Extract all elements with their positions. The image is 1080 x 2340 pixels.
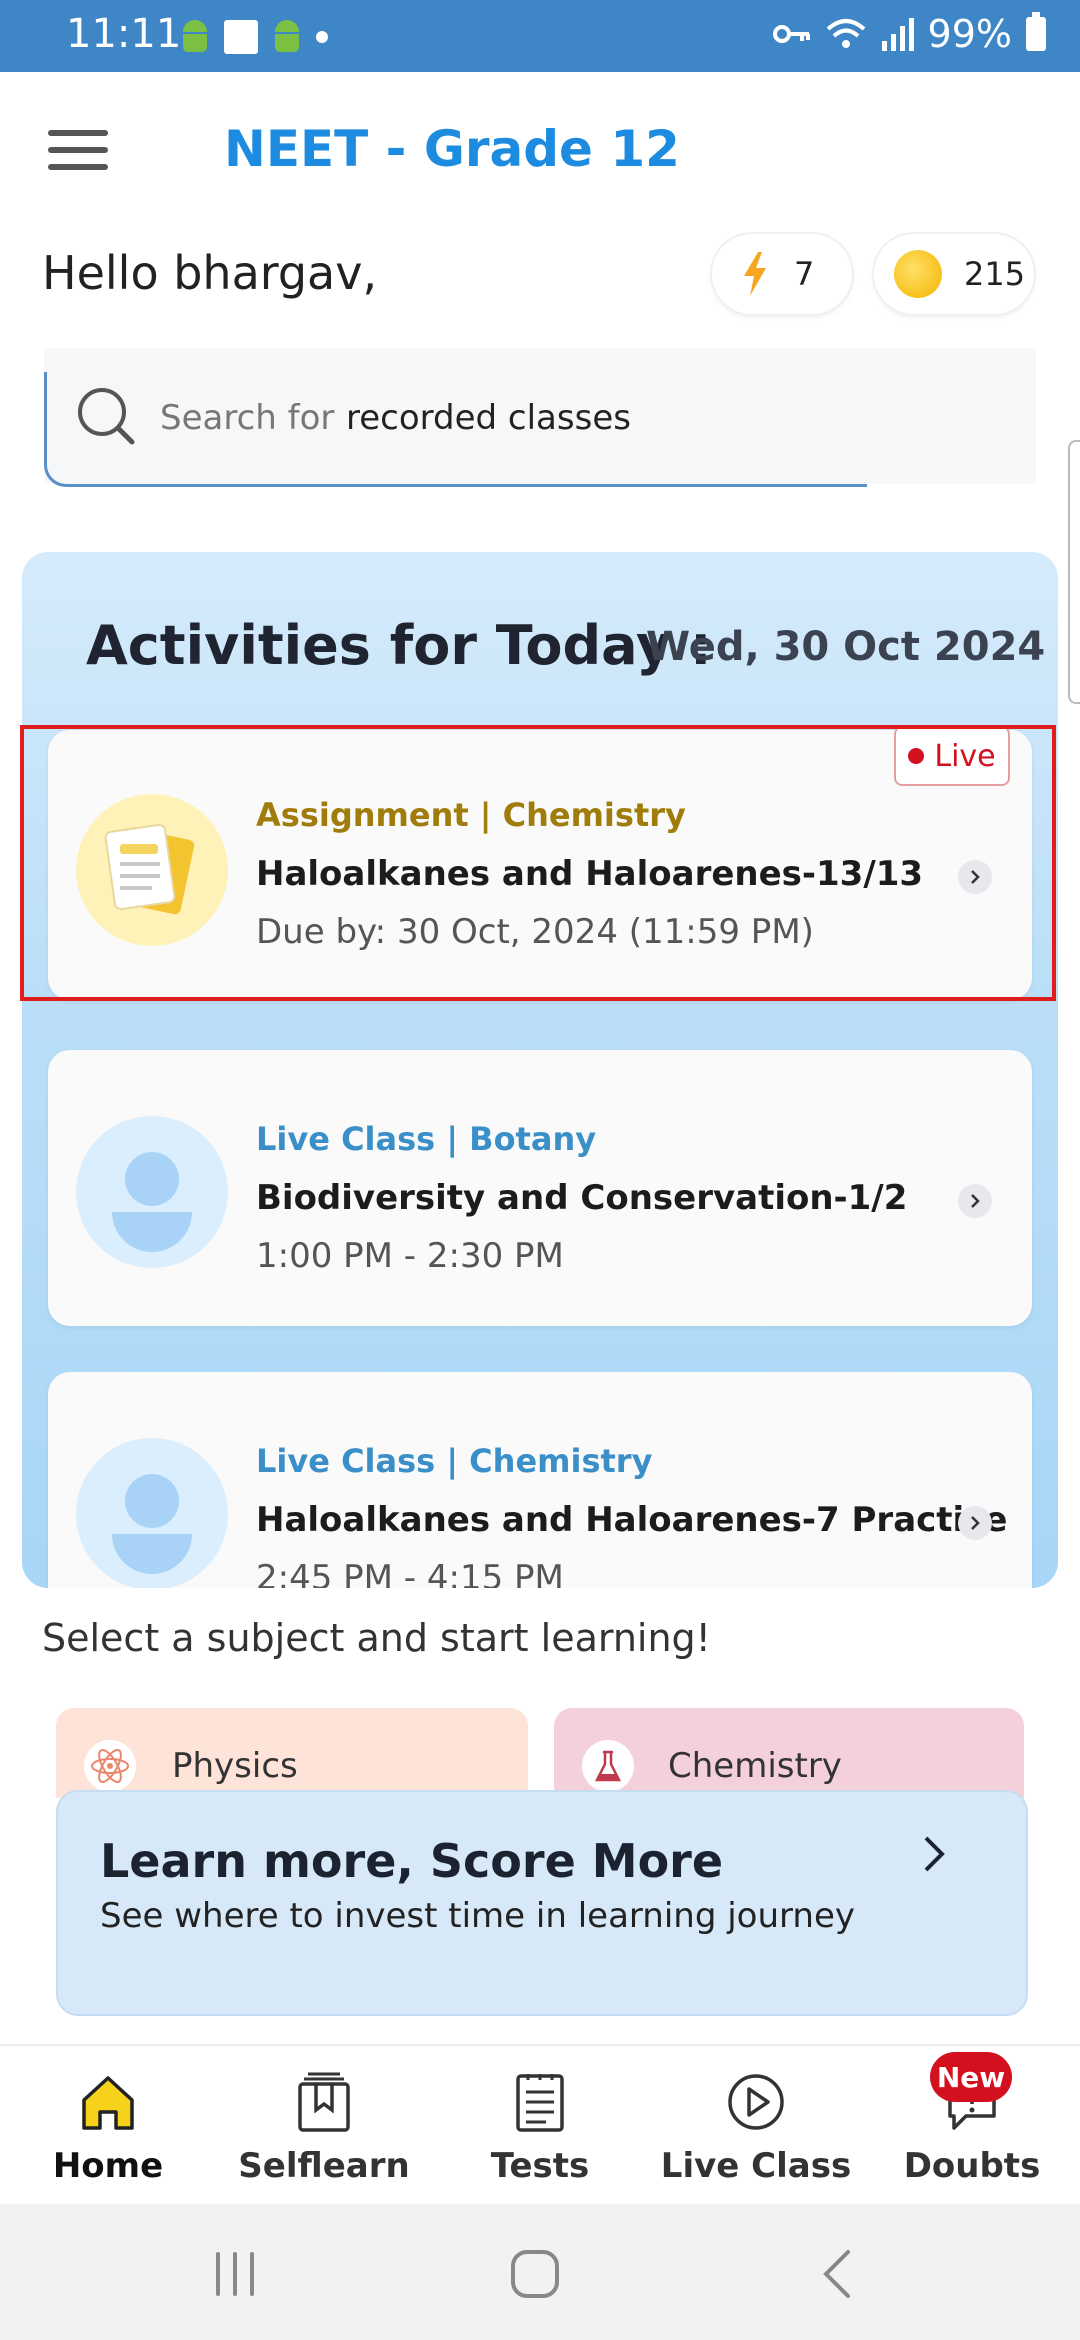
promo-title: Learn more, Score More	[100, 1834, 724, 1888]
activities-date: Wed, 30 Oct 2024	[646, 624, 1046, 670]
more-notifications-icon	[316, 31, 328, 43]
activity-due: Due by: 30 Oct, 2024 (11:59 PM)	[256, 912, 814, 952]
streak-pill[interactable]: 7	[712, 234, 852, 314]
teacher-avatar-icon	[76, 1116, 228, 1268]
live-dot-icon	[908, 748, 925, 764]
nav-tests[interactable]: Tests	[432, 2060, 648, 2200]
android-icon	[180, 20, 210, 54]
image-notification-icon	[224, 20, 258, 54]
assignment-icon	[76, 794, 228, 946]
menu-button[interactable]	[48, 130, 108, 174]
atom-icon	[84, 1740, 136, 1792]
notification-icons	[180, 20, 328, 54]
coins-pill[interactable]: 215	[874, 234, 1034, 314]
search-rotating-text: recorded classes	[346, 398, 631, 438]
greeting: Hello bhargav,	[42, 246, 378, 300]
activity-category: Assignment | Chemistry	[256, 796, 686, 834]
subject-prompt: Select a subject and start learning!	[42, 1616, 711, 1660]
nav-label: Doubts	[903, 2146, 1041, 2186]
android-icon	[272, 20, 302, 54]
activity-title: Haloalkanes and Haloarenes-13/13	[256, 854, 924, 894]
activity-time: 2:45 PM - 4:15 PM	[256, 1558, 564, 1588]
scroll-handle[interactable]	[1068, 440, 1080, 704]
chevron-right-icon	[971, 1516, 980, 1530]
chevron-right-icon	[971, 870, 980, 884]
activity-card-clip: Live Class | Chemistry Haloalkanes and H…	[22, 1372, 1058, 1588]
activity-chevron-button[interactable]	[958, 1506, 992, 1540]
status-right: 99%	[772, 10, 1046, 58]
activity-title: Biodiversity and Conservation-1/2	[256, 1178, 908, 1218]
nav-label: Home	[52, 2146, 164, 2186]
status-time: 11:11	[66, 11, 182, 57]
nav-label: Selflearn	[238, 2146, 410, 2186]
home-system-icon[interactable]	[500, 2246, 570, 2302]
activity-time: 1:00 PM - 2:30 PM	[256, 1236, 564, 1276]
activity-chevron-button[interactable]	[958, 1184, 992, 1218]
nav-home[interactable]: Home	[0, 2060, 216, 2200]
lightning-icon	[744, 252, 766, 296]
back-icon[interactable]	[804, 2246, 874, 2302]
nav-label: Live Class	[660, 2146, 852, 2186]
subject-label: Chemistry	[668, 1746, 842, 1786]
battery-icon	[1026, 12, 1046, 51]
activity-category: Live Class | Chemistry	[256, 1442, 653, 1480]
play-circle-icon	[728, 2074, 784, 2130]
chevron-right-icon[interactable]	[920, 1832, 950, 1876]
search-placeholder: Search for	[160, 398, 335, 438]
vpn-key-icon	[772, 25, 810, 43]
test-document-icon	[516, 2074, 564, 2132]
teacher-avatar-icon	[76, 1438, 228, 1588]
wifi-icon	[826, 19, 865, 48]
chevron-right-icon	[971, 1194, 980, 1208]
battery-text: 99%	[927, 12, 1012, 56]
flask-icon	[582, 1740, 634, 1792]
search-icon	[78, 388, 135, 445]
recent-apps-icon[interactable]	[200, 2246, 270, 2302]
activity-title: Haloalkanes and Haloarenes-7 Practice	[256, 1500, 1008, 1540]
menu-icon	[48, 130, 108, 136]
promo-subtitle: See where to invest time in learning jou…	[100, 1896, 855, 1936]
streak-count: 7	[794, 255, 815, 293]
nav-selflearn[interactable]: Selflearn	[216, 2060, 432, 2200]
live-label: Live	[934, 738, 996, 774]
nav-label: Tests	[490, 2146, 590, 2186]
activities-title: Activities for Today :	[86, 614, 712, 677]
page-title: NEET - Grade 12	[224, 120, 680, 178]
bookmark-book-icon	[298, 2072, 350, 2132]
coin-icon	[894, 250, 942, 298]
coin-count: 215	[964, 255, 1026, 293]
activity-chevron-button[interactable]	[958, 860, 992, 894]
new-badge: New	[930, 2052, 1012, 2102]
home-icon	[82, 2076, 134, 2130]
live-badge: Live	[894, 726, 1010, 786]
signal-icon	[881, 18, 914, 51]
activity-category: Live Class | Botany	[256, 1120, 597, 1158]
status-bar: 11:11 99%	[0, 0, 1080, 72]
nav-live-class[interactable]: Live Class	[648, 2060, 864, 2200]
subject-label: Physics	[172, 1746, 298, 1786]
